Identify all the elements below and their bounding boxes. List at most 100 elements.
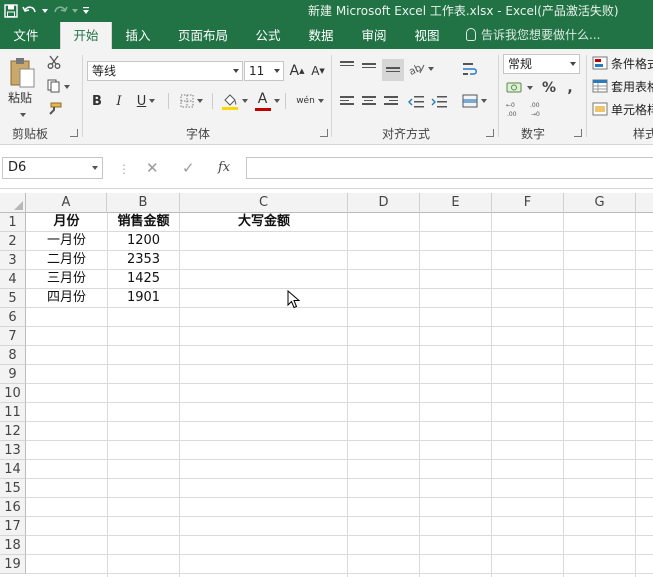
row-header-12[interactable]: 12 [0, 422, 26, 441]
enter-icon[interactable]: ✓ [182, 157, 195, 179]
cell-a5[interactable]: 四月份 [26, 288, 107, 307]
row-header-2[interactable]: 2 [0, 232, 26, 251]
undo-dropdown-icon[interactable] [42, 1, 48, 21]
format-painter-icon[interactable] [45, 101, 63, 117]
column-header-partial[interactable] [636, 193, 653, 213]
increase-decimal-icon[interactable]: ←0.00 [504, 99, 524, 119]
wrap-text-icon[interactable] [460, 59, 480, 79]
increase-indent-icon[interactable] [430, 93, 448, 111]
tab-home[interactable]: 开始 [60, 22, 112, 49]
column-header-f[interactable]: F [492, 193, 564, 213]
conditional-formatting-button[interactable]: 条件格式 [592, 55, 653, 71]
fill-color-button[interactable] [218, 90, 250, 112]
cell-c1[interactable]: 大写金额 [180, 212, 348, 231]
cancel-icon[interactable]: ✕ [146, 157, 159, 179]
cell-a4[interactable]: 三月份 [26, 269, 107, 288]
tab-formulas[interactable]: 公式 [246, 22, 290, 49]
cut-icon[interactable] [45, 54, 63, 70]
redo-dropdown-icon[interactable] [72, 1, 78, 21]
spreadsheet-grid[interactable]: A B C D E F G 1 2 3 4 5 6 7 8 9 10 11 12… [0, 189, 653, 577]
undo-icon[interactable] [22, 1, 38, 21]
row-header-14[interactable]: 14 [0, 460, 26, 479]
paste-icon[interactable] [8, 53, 36, 93]
cell-a2[interactable]: 一月份 [26, 231, 107, 250]
align-center-icon[interactable] [362, 94, 378, 110]
top-align-icon[interactable] [340, 59, 356, 75]
font-launcher-icon[interactable] [320, 129, 328, 137]
cell-b3[interactable]: 2353 [107, 250, 180, 269]
row-header-17[interactable]: 17 [0, 517, 26, 536]
tab-insert[interactable]: 插入 [116, 22, 160, 49]
column-header-d[interactable]: D [348, 193, 420, 213]
clipboard-launcher-icon[interactable] [70, 129, 78, 137]
paste-dropdown-icon[interactable] [20, 113, 26, 117]
row-header-8[interactable]: 8 [0, 346, 26, 365]
row-header-13[interactable]: 13 [0, 441, 26, 460]
cell-a1[interactable]: 月份 [26, 212, 107, 231]
shrink-font-button[interactable]: A ▼ [310, 62, 326, 80]
borders-button[interactable] [175, 92, 207, 110]
row-header-11[interactable]: 11 [0, 403, 26, 422]
column-header-e[interactable]: E [420, 193, 492, 213]
alignment-launcher-icon[interactable] [486, 129, 494, 137]
tell-me-search[interactable]: 告诉我您想要做什么... [466, 22, 600, 49]
bold-button[interactable]: B [89, 92, 105, 110]
cell-b5[interactable]: 1901 [107, 288, 180, 307]
cell-b1[interactable]: 销售金额 [107, 212, 180, 231]
number-launcher-icon[interactable] [574, 129, 582, 137]
decrease-indent-icon[interactable] [407, 93, 425, 111]
row-header-9[interactable]: 9 [0, 365, 26, 384]
row-header-3[interactable]: 3 [0, 251, 26, 270]
align-left-icon[interactable] [340, 94, 356, 110]
phonetic-guide-button[interactable]: wén [294, 89, 326, 113]
redo-icon[interactable] [52, 1, 68, 21]
row-header-19[interactable]: 19 [0, 555, 26, 574]
column-header-b[interactable]: B [107, 193, 180, 213]
column-header-a[interactable]: A [26, 193, 107, 213]
grow-font-button[interactable]: A ▲ [289, 62, 305, 80]
percent-button[interactable]: % [540, 78, 558, 98]
row-header-18[interactable]: 18 [0, 536, 26, 555]
row-header-10[interactable]: 10 [0, 384, 26, 403]
row-header-6[interactable]: 6 [0, 308, 26, 327]
row-header-15[interactable]: 15 [0, 479, 26, 498]
row-header-4[interactable]: 4 [0, 270, 26, 289]
formula-input[interactable] [246, 157, 653, 179]
row-header-7[interactable]: 7 [0, 327, 26, 346]
name-box[interactable]: D6 [2, 157, 103, 179]
underline-button[interactable]: U [134, 92, 158, 110]
number-format-combo[interactable]: 常规 [503, 54, 580, 74]
font-color-button[interactable]: A [252, 90, 282, 112]
decrease-decimal-icon[interactable]: .00 →0 [528, 99, 548, 119]
row-header-16[interactable]: 16 [0, 498, 26, 517]
insert-function-icon[interactable]: fx [218, 157, 230, 179]
comma-style-button[interactable]: , [563, 78, 577, 98]
paste-label[interactable]: 粘贴 [8, 89, 32, 106]
format-as-table-button[interactable]: 套用表格格式 [592, 78, 653, 94]
accounting-format-button[interactable] [504, 78, 534, 98]
align-right-icon[interactable] [384, 94, 400, 110]
middle-align-icon[interactable] [362, 61, 378, 77]
row-header-1[interactable]: 1 [0, 213, 26, 232]
select-all-corner[interactable] [0, 193, 26, 213]
tab-file[interactable]: 文件 [4, 22, 48, 49]
cell-styles-button[interactable]: 单元格样式 [592, 101, 653, 117]
cell-b2[interactable]: 1200 [107, 231, 180, 250]
italic-button[interactable]: I [111, 92, 127, 110]
row-header-5[interactable]: 5 [0, 289, 26, 308]
font-size-combo[interactable]: 11 [244, 61, 284, 81]
save-icon[interactable] [4, 1, 18, 21]
tab-page-layout[interactable]: 页面布局 [170, 22, 236, 49]
font-name-combo[interactable]: 等线 [87, 61, 243, 81]
merge-center-button[interactable] [458, 91, 490, 111]
orientation-button[interactable]: ab [408, 59, 434, 79]
bottom-align-icon[interactable] [382, 59, 404, 81]
column-header-c[interactable]: C [180, 193, 348, 213]
tab-view[interactable]: 视图 [405, 22, 449, 49]
copy-icon[interactable] [45, 78, 73, 94]
tab-review[interactable]: 审阅 [352, 22, 396, 49]
column-header-g[interactable]: G [564, 193, 636, 213]
formula-bar-grip[interactable]: ⋮ [118, 162, 130, 176]
customize-qat-icon[interactable] [82, 1, 90, 21]
tab-data[interactable]: 数据 [299, 22, 343, 49]
